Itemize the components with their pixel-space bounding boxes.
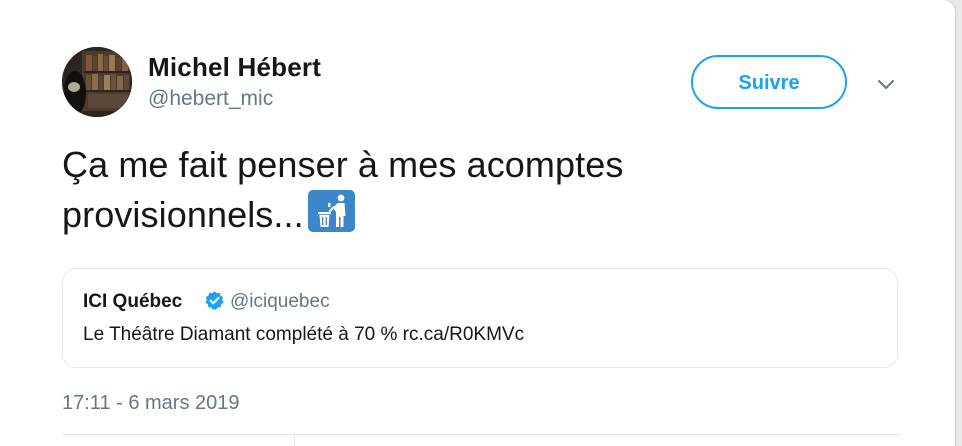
verified-badge-icon [204, 290, 225, 311]
quoted-tweet-text: Le Théâtre Diamant complété à 70 % rc.ca… [83, 324, 525, 345]
author-handle[interactable]: @hebert_mic [148, 87, 273, 111]
tweet-timestamp[interactable]: 17:11 - 6 mars 2019 [62, 392, 240, 415]
follow-button[interactable]: Suivre [691, 55, 847, 109]
tweet-text-line-1: Ça me fait penser à mes acomptes [62, 144, 624, 185]
tweet-card: Michel Hébert @hebert_mic Suivre Ça me f… [0, 0, 955, 446]
avatar[interactable] [62, 47, 132, 117]
quoted-tweet[interactable]: ICI Québec @iciquebec Le Théâtre Diamant… [62, 268, 898, 368]
tweet-text-line-2-text: provisionnels... [62, 194, 304, 235]
divider-tick [294, 435, 295, 446]
tweet-text: Ça me fait penser à mes acomptes provisi… [62, 140, 882, 239]
chevron-down-icon[interactable] [872, 72, 900, 96]
quoted-tweet-handle[interactable]: @iciquebec [230, 291, 330, 313]
tweet-text-line-2: provisionnels... [62, 189, 882, 239]
author-display-name[interactable]: Michel Hébert [148, 52, 321, 83]
put-litter-in-its-place-icon [307, 189, 356, 233]
avatar-image [62, 47, 132, 117]
divider [62, 434, 900, 435]
quoted-tweet-display-name[interactable]: ICI Québec [83, 291, 182, 313]
